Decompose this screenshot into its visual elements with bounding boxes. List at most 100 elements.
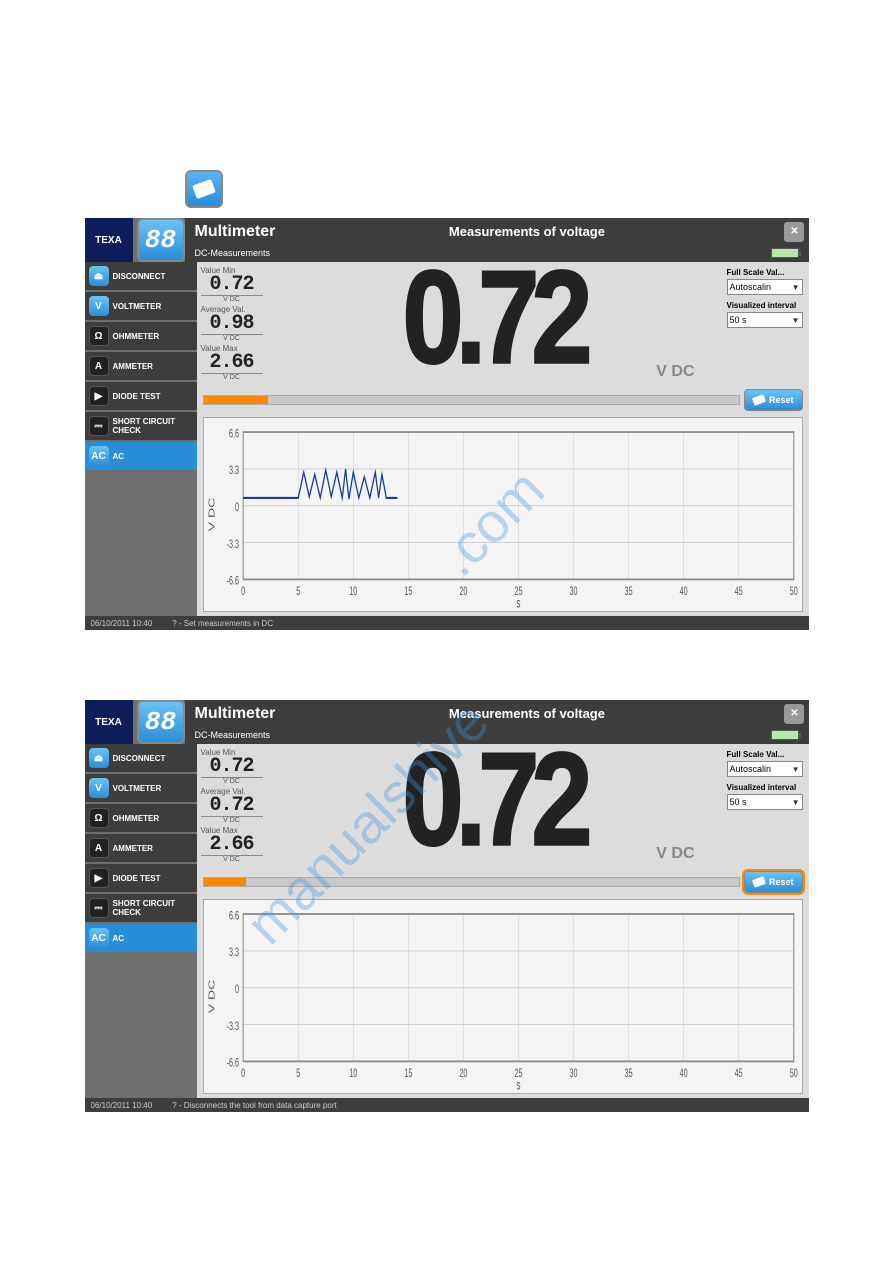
sidebar-item-ac[interactable]: ACAC (85, 442, 197, 470)
ohm-icon: Ω (89, 808, 109, 828)
svg-text:35: 35 (624, 1067, 632, 1080)
sidebar-item-short-circuit-check[interactable]: ⎓SHORT CIRCUIT CHECK (85, 894, 197, 922)
sidebar-item-ammeter[interactable]: A AMMETER (85, 834, 197, 862)
plug-icon: ⏏ (89, 266, 109, 286)
svg-text:0: 0 (235, 501, 239, 514)
svg-text:40: 40 (679, 1067, 687, 1080)
sidebar-item-short-circuit-check[interactable]: ⎓SHORT CIRCUIT CHECK (85, 412, 197, 440)
svg-text:10: 10 (349, 585, 357, 598)
interval-label: Visualized interval (727, 301, 803, 310)
sidebar-item-ohmmeter[interactable]: Ω OHMMETER (85, 804, 197, 832)
stat-value: 0.72 (201, 757, 263, 778)
svg-text:6.6: 6.6 (229, 910, 239, 923)
svg-text:45: 45 (734, 585, 742, 598)
reset-label: Reset (769, 395, 794, 405)
sidebar-item-label: AC (113, 452, 125, 461)
main-panel: Value Min0.72V DCAverage Val.0.72V DCVal… (197, 744, 809, 1098)
stat-unit: V DC (201, 374, 263, 381)
app-subtitle: Measurements of voltage (449, 706, 605, 721)
svg-text:20: 20 (459, 585, 467, 598)
sidebar: ⏏DISCONNECT V VOLTMETER Ω OHMMETER A AMMETER ▶D… (85, 262, 197, 616)
svg-text:50: 50 (789, 1067, 797, 1080)
sidebar-item-ac[interactable]: ACAC (85, 924, 197, 952)
sidebar-item-label: VOLTMETER (113, 302, 162, 311)
main-panel: Value Min0.72V DCAverage Val.0.98V DCVal… (197, 262, 809, 616)
diode-icon: ▶ (89, 868, 109, 888)
close-icon[interactable]: ✕ (784, 704, 804, 724)
progress-bar (203, 877, 740, 887)
sidebar-item-label: AMMETER (113, 362, 153, 371)
interval-select[interactable]: 50 s (727, 312, 803, 328)
ohm-icon: Ω (89, 326, 109, 346)
sidebar-item-ohmmeter[interactable]: Ω OHMMETER (85, 322, 197, 350)
svg-text:V DC: V DC (207, 980, 216, 1014)
fullscale-select[interactable]: Autoscalin (727, 761, 803, 777)
logo-88: 88 (137, 218, 185, 262)
svg-text:-3.3: -3.3 (226, 538, 239, 551)
sidebar-item-disconnect[interactable]: ⏏DISCONNECT (85, 262, 197, 290)
stat-value: 0.72 (201, 275, 263, 296)
stat-unit: V DC (201, 817, 263, 824)
stat-value: 0.98 (201, 314, 263, 335)
svg-text:40: 40 (679, 585, 687, 598)
volt-icon: V (89, 778, 109, 798)
sidebar-item-ammeter[interactable]: A AMMETER (85, 352, 197, 380)
sidebar: ⏏ DISCONNECT V VOLTMETER Ω OHMMETER A AMMETER ▶D… (85, 744, 197, 1098)
logo-texa: TEXA (85, 700, 133, 744)
svg-text:30: 30 (569, 585, 577, 598)
svg-text:s: s (516, 1079, 520, 1093)
volt-icon: V (89, 296, 109, 316)
chart: -6.6-3.303.36.605101520253035404550V DCs (203, 417, 803, 612)
status-date: 06/10/2011 10:40 (91, 619, 153, 628)
amp-icon: A (89, 838, 109, 858)
svg-text:30: 30 (569, 1067, 577, 1080)
sidebar-item-label: SHORT CIRCUIT CHECK (113, 417, 197, 435)
close-icon[interactable]: ✕ (784, 222, 804, 242)
interval-select[interactable]: 50 s (727, 794, 803, 810)
app-subtitle: Measurements of voltage (449, 224, 605, 239)
svg-text:0: 0 (241, 1067, 245, 1080)
plug-icon: ⏏ (89, 748, 109, 768)
logo-texa: TEXA (85, 218, 133, 262)
svg-text:15: 15 (404, 585, 412, 598)
sidebar-item-label: OHMMETER (113, 814, 160, 823)
eraser-icon (752, 394, 766, 406)
sidebar-item-diode-test[interactable]: ▶DIODE TEST (85, 864, 197, 892)
svg-text:-6.6: -6.6 (226, 1057, 239, 1070)
reset-button[interactable]: Reset (744, 871, 803, 893)
sidebar-item-voltmeter[interactable]: V VOLTMETER (85, 774, 197, 802)
stat-unit: V DC (201, 856, 263, 863)
subheader: DC-Measurements (195, 730, 271, 740)
svg-text:50: 50 (789, 585, 797, 598)
subheader: DC-Measurements (195, 248, 271, 258)
sidebar-item-label: DISCONNECT (113, 754, 166, 763)
multimeter-window: TEXA88MultimeterMeasurements of voltage✕… (85, 218, 809, 630)
sidebar-item-label: AMMETER (113, 844, 153, 853)
svg-text:6.6: 6.6 (229, 428, 239, 441)
status-hint: ? - Set measurements in DC (172, 619, 273, 628)
fullscale-select[interactable]: Autoscalin (727, 279, 803, 295)
fullscale-label: Full Scale Val... (727, 268, 803, 277)
sidebar-item-voltmeter[interactable]: V VOLTMETER (85, 292, 197, 320)
reset-button[interactable]: Reset (744, 389, 803, 411)
battery-icon (771, 730, 799, 740)
sidebar-item-disconnect[interactable]: ⏏ DISCONNECT (85, 744, 197, 772)
svg-text:20: 20 (459, 1067, 467, 1080)
svg-text:s: s (516, 597, 520, 611)
sidebar-item-diode-test[interactable]: ▶DIODE TEST (85, 382, 197, 410)
progress-bar (203, 395, 740, 405)
status-bar: 06/10/2011 10:40 ? - Set measurements in … (85, 616, 809, 630)
stat-value: 0.72 (201, 796, 263, 817)
diode-icon: ▶ (89, 386, 109, 406)
app-title: Multimeter (195, 705, 276, 723)
short-icon: ⎓ (89, 416, 109, 436)
sidebar-item-label: OHMMETER (113, 332, 160, 341)
sidebar-item-label: VOLTMETER (113, 784, 162, 793)
stat-value: 2.66 (201, 353, 263, 374)
battery-icon (771, 248, 799, 258)
svg-text:-6.6: -6.6 (226, 575, 239, 588)
svg-text:45: 45 (734, 1067, 742, 1080)
svg-text:0: 0 (241, 585, 245, 598)
amp-icon: A (89, 356, 109, 376)
interval-label: Visualized interval (727, 783, 803, 792)
